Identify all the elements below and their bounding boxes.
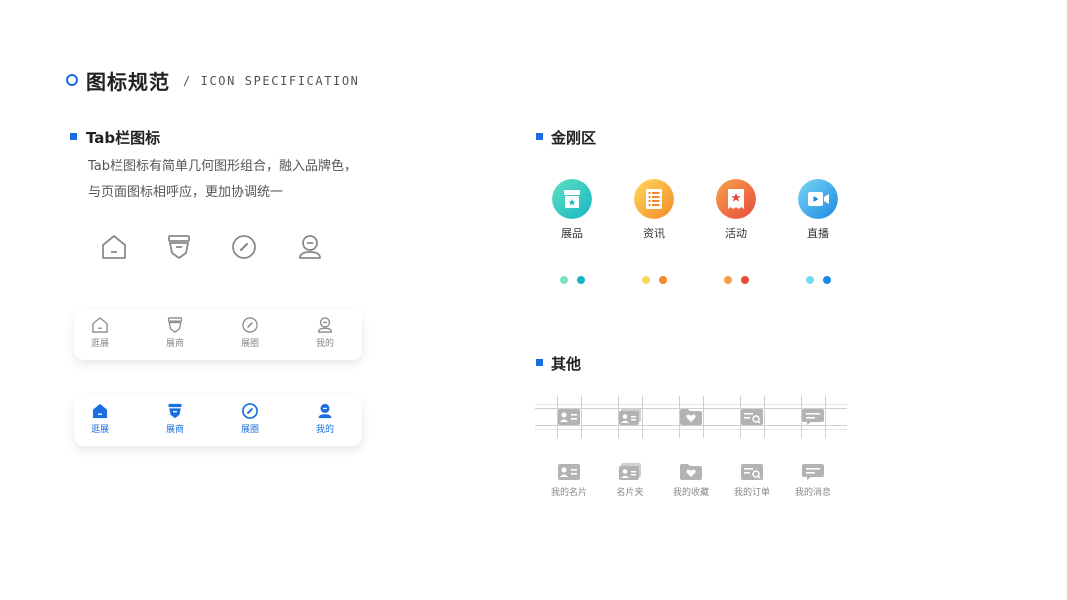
tab-label: 逛展	[90, 339, 109, 349]
tab-zhanquan[interactable]: 展圈	[224, 316, 276, 349]
color-swatch-dot	[642, 276, 650, 284]
compass-filled-icon	[242, 403, 258, 419]
user-filled-icon	[318, 403, 332, 419]
user-icon	[317, 317, 333, 333]
kingkong-label: 资讯	[643, 227, 665, 240]
other-label: 我的消息	[794, 488, 831, 498]
section-bullet	[70, 133, 77, 140]
tab-label: 我的	[315, 339, 334, 349]
video-icon[interactable]	[798, 179, 838, 219]
user-icon	[299, 235, 321, 259]
color-swatch-dot	[577, 276, 585, 284]
favorite-folder-icon[interactable]	[679, 463, 703, 481]
tab-guangzhan-active[interactable]: 逛展	[74, 402, 126, 435]
message-icon	[802, 409, 824, 425]
color-swatch-dot	[659, 276, 667, 284]
kingkong-label: 展品	[561, 227, 583, 240]
ticket-icon[interactable]	[716, 179, 756, 219]
other-label: 我的收藏	[672, 488, 709, 498]
tab-guangzhan[interactable]: 逛展	[74, 316, 126, 349]
exhibitor-icon	[167, 317, 183, 333]
home-filled-icon	[92, 403, 108, 419]
tab-section-title: Tab栏图标	[86, 129, 161, 147]
compass-icon	[232, 235, 256, 259]
tab-bar-default: 逛展 展商 展圈 我的	[74, 310, 362, 360]
tab-section-desc-line1: Tab栏图标有简单几何图形组合，融入品牌色，	[88, 159, 358, 174]
card-holder-icon[interactable]	[618, 463, 642, 481]
box-icon[interactable]	[552, 179, 592, 219]
favorite-folder-icon	[680, 409, 702, 425]
exhibitor-icon	[168, 235, 190, 259]
order-icon[interactable]	[740, 463, 764, 481]
other-label: 我的订单	[733, 488, 770, 498]
home-icon	[102, 235, 126, 259]
tab-label: 逛展	[90, 425, 109, 435]
compass-icon	[242, 317, 258, 333]
section-bullet	[536, 133, 543, 140]
card-holder-icon	[619, 408, 641, 425]
card-icon[interactable]	[557, 463, 581, 481]
color-swatch-dot	[806, 276, 814, 284]
tab-zhanshang[interactable]: 展商	[149, 316, 201, 349]
tab-zhanshang-active[interactable]: 展商	[149, 402, 201, 435]
tab-zhanquan-active[interactable]: 展圈	[224, 402, 276, 435]
page-title: 图标规范	[86, 70, 170, 94]
color-swatch-dot	[741, 276, 749, 284]
tab-label: 展商	[165, 425, 184, 435]
kingkong-label: 直播	[807, 227, 829, 240]
section-bullet	[536, 359, 543, 366]
title-ring-icon	[66, 74, 78, 86]
home-icon	[92, 317, 108, 333]
other-label: 名片夹	[616, 488, 644, 498]
tab-label: 我的	[315, 425, 334, 435]
tab-bar-active: 逛展 展商 展圈 我的	[74, 396, 362, 446]
tab-label: 展商	[165, 339, 184, 349]
card-icon	[558, 409, 580, 425]
other-section-title: 其他	[551, 355, 582, 373]
list-icon[interactable]	[634, 179, 674, 219]
color-swatch-dot	[724, 276, 732, 284]
tab-wode-active[interactable]: 我的	[299, 402, 351, 435]
color-swatch-dot	[823, 276, 831, 284]
tab-label: 展圈	[240, 425, 259, 435]
page-subtitle: / ICON SPECIFICATION	[183, 74, 360, 88]
color-swatch-dot	[560, 276, 568, 284]
exhibitor-filled-icon	[168, 403, 182, 419]
order-icon	[741, 409, 763, 425]
message-icon[interactable]	[801, 463, 825, 481]
tab-section-desc-line2: 与页面图标相呼应，更加协调统一	[88, 185, 284, 200]
tab-wode[interactable]: 我的	[299, 316, 351, 349]
other-label: 我的名片	[550, 488, 587, 498]
kingkong-label: 活动	[725, 227, 747, 240]
kingkong-section-title: 金刚区	[551, 129, 597, 147]
tab-label: 展圈	[240, 339, 259, 349]
